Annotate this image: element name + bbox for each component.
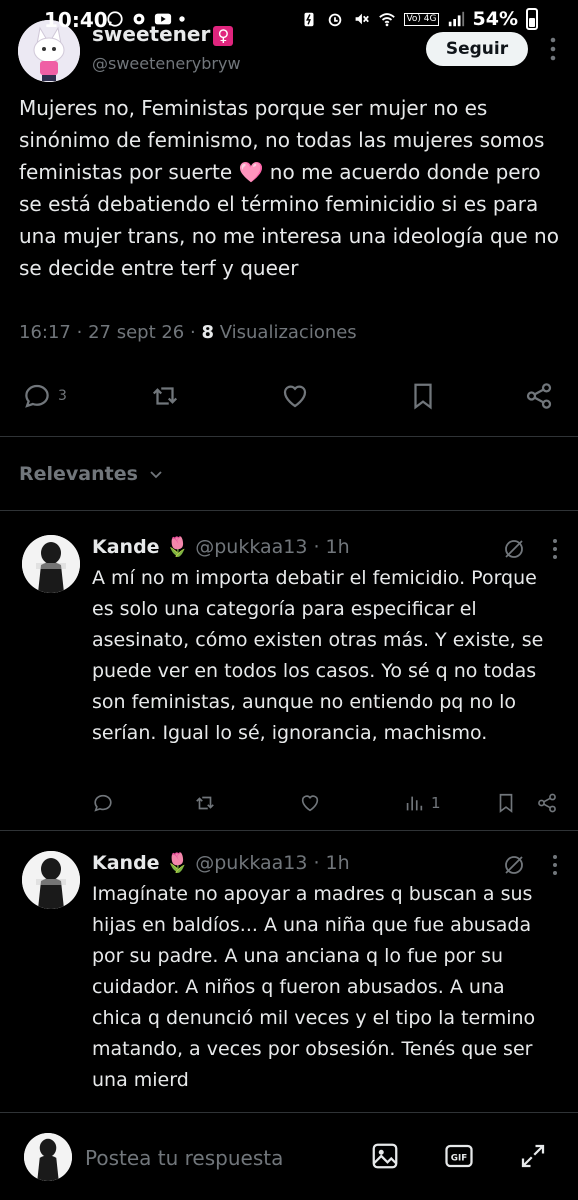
compose-reply-bar: Postea tu respuesta GIF [0, 1112, 578, 1200]
grok-icon[interactable] [502, 853, 526, 877]
reply-author-name[interactable]: Kande [92, 852, 160, 874]
share-button[interactable] [536, 788, 558, 818]
alarm-icon [329, 13, 342, 27]
battery-percent: 54% [472, 8, 518, 30]
reply-author-name[interactable]: Kande [92, 536, 160, 558]
status-bar: 10:40 Vo) 4G 54% [0, 0, 578, 40]
status-time: 10:40 [44, 8, 108, 32]
reply-icon [25, 384, 49, 408]
reply-avatar[interactable] [22, 851, 80, 909]
expand-icon[interactable] [518, 1141, 548, 1171]
repost-button[interactable] [194, 788, 216, 818]
grok-icon[interactable] [502, 537, 526, 561]
settings-icon [133, 13, 145, 25]
tweet-time: 16:17 [19, 322, 71, 343]
tulip-emoji: 🌷 [165, 852, 190, 874]
author-handle[interactable]: @sweetenerybryw [92, 54, 241, 73]
share-icon [538, 793, 556, 813]
tweet-text: Mujeres no, Feministas porque ser mujer … [19, 96, 559, 280]
reply-time: 1h [325, 535, 350, 558]
views-chart-icon [406, 796, 423, 811]
notification-dot-icon [179, 16, 185, 22]
more-options-icon[interactable] [552, 854, 558, 876]
reply-icon [94, 794, 112, 812]
person-avatar-image [22, 851, 80, 909]
repost-icon [196, 796, 214, 810]
reply-text: Imagínate no apoyar a madres q buscan a … [92, 883, 536, 1091]
reply-button[interactable]: 3 [22, 375, 67, 417]
gif-icon[interactable]: GIF [444, 1141, 474, 1171]
reply-action-bar: 1 [92, 788, 560, 818]
bookmark-button[interactable] [408, 375, 438, 417]
repost-icon [152, 387, 178, 405]
heart-icon [301, 795, 319, 812]
views-count: 8 [201, 322, 214, 343]
views-button[interactable]: 1 [403, 788, 441, 818]
person-avatar-image [24, 1133, 72, 1181]
battery-icon [526, 8, 538, 30]
reply-count: 3 [58, 388, 67, 404]
my-avatar[interactable] [24, 1133, 72, 1181]
svg-text:GIF: GIF [451, 1153, 467, 1163]
mute-icon [356, 13, 370, 25]
wifi-icon [379, 13, 396, 27]
reply-item[interactable]: Kande 🌷 @pukkaa13 · 1h Imagínate no apoy… [0, 831, 578, 1112]
reply-button[interactable] [92, 788, 114, 818]
reply-item[interactable]: Kande 🌷 @pukkaa13 · 1h A mí no m importa… [0, 511, 578, 831]
reply-input[interactable]: Postea tu respuesta [85, 1146, 283, 1170]
signal-icon [448, 11, 464, 27]
heart-icon [283, 385, 307, 408]
bookmark-icon [414, 383, 432, 410]
sort-label: Relevantes [19, 463, 138, 485]
battery-saver-icon [304, 12, 314, 27]
more-options-icon[interactable] [552, 538, 558, 560]
tweet-meta: 16:17 · 27 sept 26 · 8 Visualizaciones [19, 322, 357, 343]
bookmark-icon [499, 793, 513, 813]
like-button[interactable] [299, 788, 321, 818]
network-type: Vo) 4G [404, 12, 439, 26]
chevron-down-icon [150, 471, 162, 479]
divider [0, 436, 578, 437]
whatsapp-icon [107, 11, 123, 27]
reply-views-count: 1 [431, 794, 441, 812]
image-icon[interactable] [370, 1141, 400, 1171]
person-avatar-image [22, 535, 80, 593]
reply-author-handle[interactable]: @pukkaa13 [195, 536, 307, 558]
tweet-action-bar: 3 [0, 375, 578, 417]
sort-dropdown[interactable]: Relevantes [19, 463, 164, 485]
reply-time: 1h [325, 851, 350, 874]
reply-avatar[interactable] [22, 535, 80, 593]
tulip-emoji: 🌷 [165, 536, 190, 558]
youtube-icon [154, 13, 172, 25]
reply-author-handle[interactable]: @pukkaa13 [195, 852, 307, 874]
views-label[interactable]: Visualizaciones [220, 322, 357, 343]
share-icon [526, 383, 552, 409]
tweet-date: 27 sept 26 [88, 322, 185, 343]
share-button[interactable] [524, 375, 554, 417]
repost-button[interactable] [150, 375, 180, 417]
bookmark-button[interactable] [495, 788, 517, 818]
like-button[interactable] [280, 375, 310, 417]
reply-text: A mí no m importa debatir el femicidio. … [92, 567, 544, 744]
